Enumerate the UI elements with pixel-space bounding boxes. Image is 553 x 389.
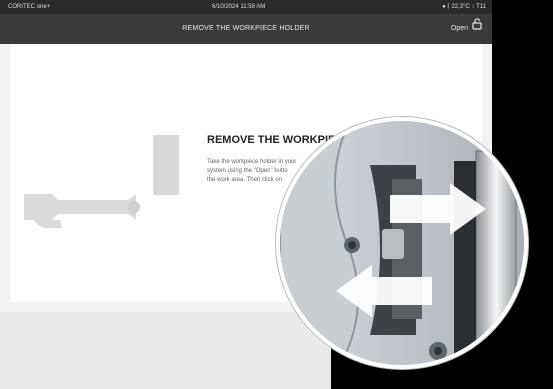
brand-label: CORITEC one+ bbox=[8, 4, 51, 10]
globe-icon: ● bbox=[442, 4, 446, 10]
machine-part-illustration bbox=[153, 135, 179, 195]
status-code: T11 bbox=[476, 4, 486, 10]
status-right: ● ⌈ 22,3°C ↕ T11 bbox=[442, 0, 486, 14]
datetime-label: 6/10/2024 11:58 AM bbox=[212, 4, 266, 10]
zoom-detail-image bbox=[276, 117, 528, 369]
pin-icon: ↕ bbox=[471, 4, 475, 10]
unlock-icon bbox=[472, 14, 482, 44]
workpiece-holder-illustration bbox=[24, 194, 140, 229]
title-bar: REMOVE THE WORKPIECE HOLDER Open bbox=[0, 14, 492, 44]
temperature-label: 22,3°C bbox=[451, 4, 470, 10]
open-label: Open bbox=[450, 25, 468, 32]
thermometer-icon: ⌈ bbox=[447, 4, 450, 10]
page-title: REMOVE THE WORKPIECE HOLDER bbox=[182, 25, 310, 32]
status-bar: CORITEC one+ 6/10/2024 11:58 AM ● ⌈ 22,3… bbox=[0, 0, 492, 14]
open-button[interactable]: Open bbox=[451, 14, 482, 44]
